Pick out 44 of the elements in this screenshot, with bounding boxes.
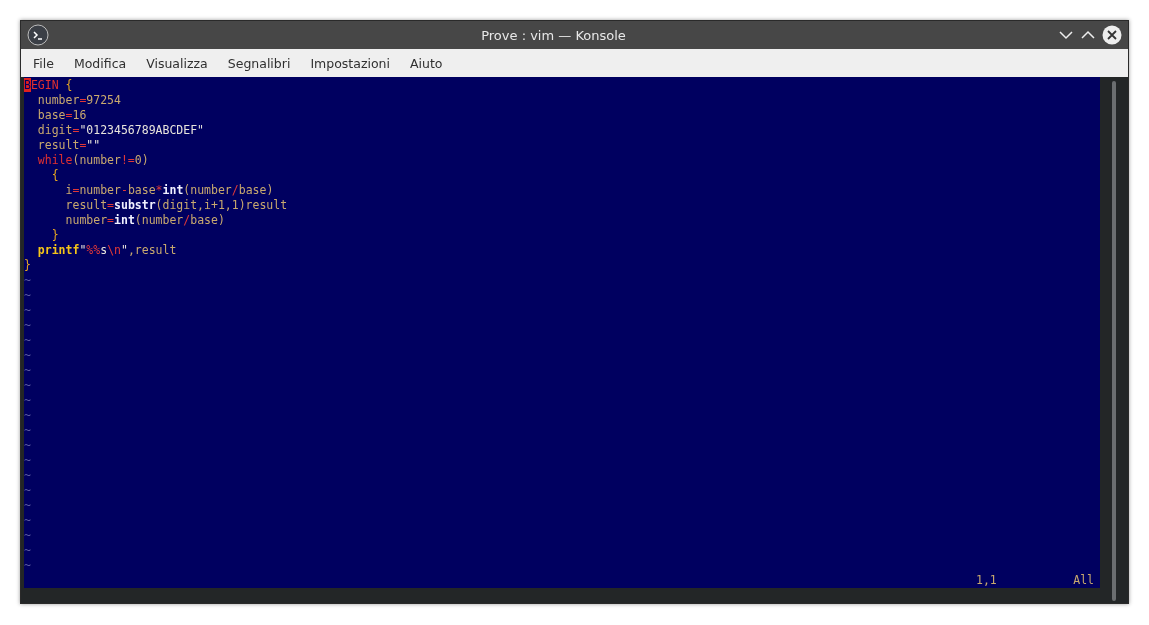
code-line: printf"%%s\n",result xyxy=(36,243,177,258)
empty-line-marker: ~ xyxy=(24,543,31,558)
code-line: number=int(number/base) xyxy=(64,213,225,228)
menu-item[interactable]: Visualizza xyxy=(136,53,218,73)
empty-line-marker: ~ xyxy=(24,393,31,408)
empty-line-marker: ~ xyxy=(24,558,31,573)
scrollbar-thumb[interactable] xyxy=(1112,81,1116,601)
empty-line-marker: ~ xyxy=(24,333,31,348)
code-line: { xyxy=(50,168,59,183)
menu-item[interactable]: Modifica xyxy=(63,53,137,73)
empty-line-marker: ~ xyxy=(24,513,31,528)
empty-line-marker: ~ xyxy=(24,453,31,468)
empty-line-marker: ~ xyxy=(24,273,31,288)
empty-line-marker: ~ xyxy=(24,438,31,453)
terminal-icon xyxy=(27,24,49,46)
empty-line-marker: ~ xyxy=(24,378,31,393)
empty-line-marker: ~ xyxy=(24,348,31,363)
empty-line-marker: ~ xyxy=(24,498,31,513)
code-line: result=substr(digit,i+1,1)result xyxy=(64,198,288,213)
empty-line-marker: ~ xyxy=(24,468,31,483)
window-title: Prove : vim — Konsole xyxy=(480,27,627,43)
empty-line-marker: ~ xyxy=(24,288,31,303)
empty-line-marker: ~ xyxy=(24,408,31,423)
empty-line-marker: ~ xyxy=(24,303,31,318)
code-line: number=97254 xyxy=(36,93,121,108)
code-line: base=16 xyxy=(36,108,87,123)
empty-line-marker: ~ xyxy=(24,483,31,498)
code-line: } xyxy=(24,258,31,273)
cursor-position: 1,1 xyxy=(976,573,997,588)
scroll-position: All xyxy=(1073,573,1094,588)
empty-line-marker: ~ xyxy=(24,423,31,438)
empty-line-marker: ~ xyxy=(24,363,31,378)
menu-item[interactable]: File xyxy=(23,53,64,73)
menu-item[interactable]: Impostazioni xyxy=(300,53,400,73)
menu-item[interactable]: Aiuto xyxy=(400,53,453,73)
code-line: digit="0123456789ABCDEF" xyxy=(36,123,205,138)
menu-item[interactable]: Segnalibri xyxy=(217,53,301,73)
code-line: while(number!=0) xyxy=(36,153,149,168)
code-line: i=number-base*int(number/base) xyxy=(64,183,274,198)
close-button[interactable] xyxy=(1102,25,1122,45)
code-line: result="" xyxy=(36,138,101,153)
empty-line-marker: ~ xyxy=(24,528,31,543)
code-line: } xyxy=(50,228,59,243)
empty-line-marker: ~ xyxy=(24,318,31,333)
